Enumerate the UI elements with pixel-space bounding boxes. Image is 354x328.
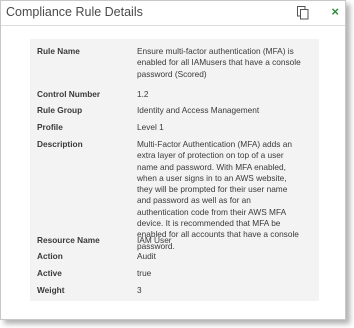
copy-icon[interactable] bbox=[297, 6, 309, 20]
field-label: Description bbox=[37, 139, 83, 149]
field-label: Rule Group bbox=[37, 105, 83, 115]
dialog-title-bar: Compliance Rule Details × bbox=[1, 1, 345, 26]
field-value: Audit bbox=[137, 251, 156, 261]
field-value: IAM User bbox=[137, 235, 172, 245]
field-label: Resource Name bbox=[37, 235, 100, 245]
field-label: Weight bbox=[37, 285, 65, 295]
field-label: Control Number bbox=[37, 89, 101, 99]
field-label: Action bbox=[37, 251, 63, 261]
field-label: Rule Name bbox=[37, 46, 80, 56]
field-value: Ensure multi-factor authentication (MFA)… bbox=[137, 46, 301, 79]
field-value: Identity and Access Management bbox=[137, 105, 260, 115]
field-value: 1.2 bbox=[137, 89, 149, 99]
dialog-title: Compliance Rule Details bbox=[6, 5, 143, 19]
rule-details-panel: Rule Name Ensure multi-factor authentica… bbox=[30, 39, 319, 301]
field-value: true bbox=[137, 268, 152, 278]
field-label: Active bbox=[37, 268, 62, 278]
field-value: Level 1 bbox=[137, 122, 164, 132]
field-label: Profile bbox=[37, 122, 63, 132]
field-value: 3 bbox=[137, 285, 142, 295]
compliance-rule-details-dialog: Compliance Rule Details × Rule Name Ensu… bbox=[0, 0, 346, 320]
close-icon[interactable]: × bbox=[331, 5, 339, 19]
